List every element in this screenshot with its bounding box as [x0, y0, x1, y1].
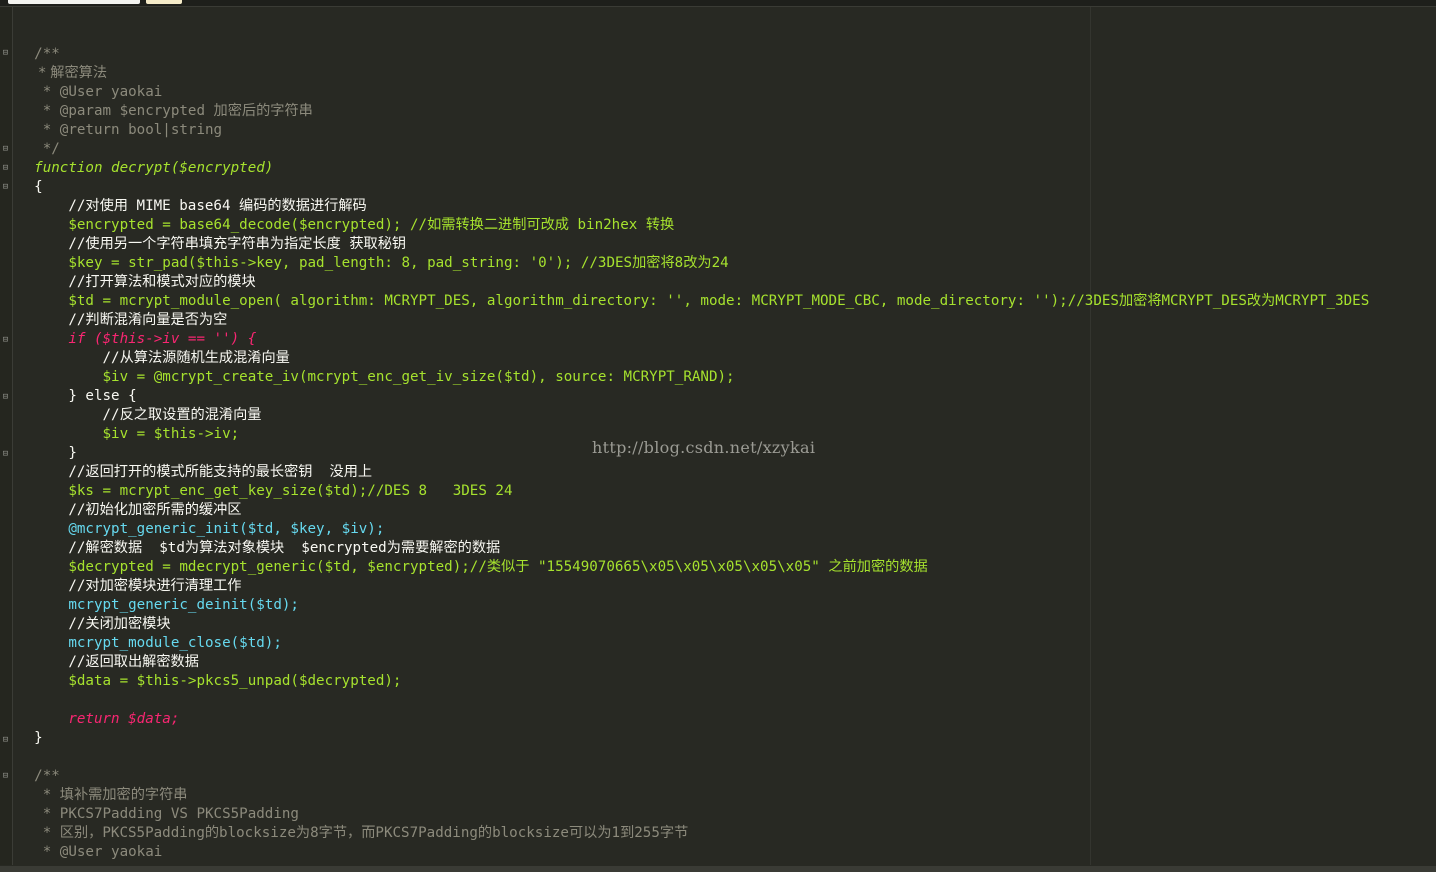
code-line: /** [34, 768, 60, 784]
code-line: //返回打开的模式所能支持的最长密钥 没用上 [34, 464, 373, 480]
code-line: * 解密算法 [34, 65, 108, 81]
code-line: //对使用 MIME base64 编码的数据进行解码 [34, 198, 367, 214]
code-line: //反之取设置的混淆向量 [34, 407, 262, 423]
code-line: if ($this->iv == '') { [34, 331, 257, 347]
code-line: * @User yaokai [34, 84, 163, 100]
code-line: * @return bool|string [34, 122, 223, 138]
code-line: } [34, 445, 77, 461]
code-line: /** [34, 46, 60, 62]
code-line: return $data; [34, 711, 180, 727]
code-line: function decrypt($encrypted) [34, 160, 274, 176]
code-line: //从算法源随机生成混淆向量 [34, 350, 290, 366]
code-line: $td = mcrypt_module_open( algorithm: MCR… [34, 293, 1370, 309]
horizontal-scrollbar[interactable] [0, 866, 1436, 872]
code-line: * @param $encrypted 加密后的字符串 [34, 103, 313, 119]
code-line: */ [34, 141, 60, 157]
code-line: $encrypted = base64_decode($encrypted); … [34, 217, 675, 233]
code-editor[interactable]: /** * 解密算法 * @User yaokai * @param $encr… [0, 0, 1436, 872]
code-line: $ks = mcrypt_enc_get_key_size($td);//DES… [34, 483, 513, 499]
code-line: //关闭加密模块 [34, 616, 171, 632]
code-line: $iv = @mcrypt_create_iv(mcrypt_enc_get_i… [34, 369, 735, 385]
code-line: //判断混淆向量是否为空 [34, 312, 228, 328]
code-line: //初始化加密所需的缓冲区 [34, 502, 242, 518]
code-line: //对加密模块进行清理工作 [34, 578, 242, 594]
code-line: //解密数据 $td为算法对象模块 $encrypted为需要解密的数据 [34, 540, 501, 556]
code-line: //使用另一个字符串填充字符串为指定长度 获取秘钥 [34, 236, 407, 252]
code-line: $key = str_pad($this->key, pad_length: 8… [34, 255, 729, 271]
code-line: } else { [34, 388, 137, 404]
code-line: mcrypt_module_close($td); [34, 635, 282, 651]
code-line: $iv = $this->iv; [34, 426, 240, 442]
code-line: * PKCS7Padding VS PKCS5Padding [34, 806, 299, 822]
code-line: } [34, 730, 43, 746]
code-line: //打开算法和模式对应的模块 [34, 274, 256, 290]
code-line: $decrypted = mdecrypt_generic($td, $encr… [34, 559, 928, 575]
code-line: $data = $this->pkcs5_unpad($decrypted); [34, 673, 402, 689]
code-line: * @User yaokai [34, 844, 163, 860]
code-line: @mcrypt_generic_init($td, $key, $iv); [34, 521, 385, 537]
code-line: { [34, 179, 43, 195]
code-line: * 区别，PKCS5Padding的blocksize为8字节，而PKCS7Pa… [34, 825, 689, 841]
code-line: mcrypt_generic_deinit($td); [34, 597, 299, 613]
code-line: * 填补需加密的字符串 [34, 787, 188, 803]
blog-watermark: http://blog.csdn.net/xzykai [592, 438, 816, 457]
code-line: //返回取出解密数据 [34, 654, 199, 670]
